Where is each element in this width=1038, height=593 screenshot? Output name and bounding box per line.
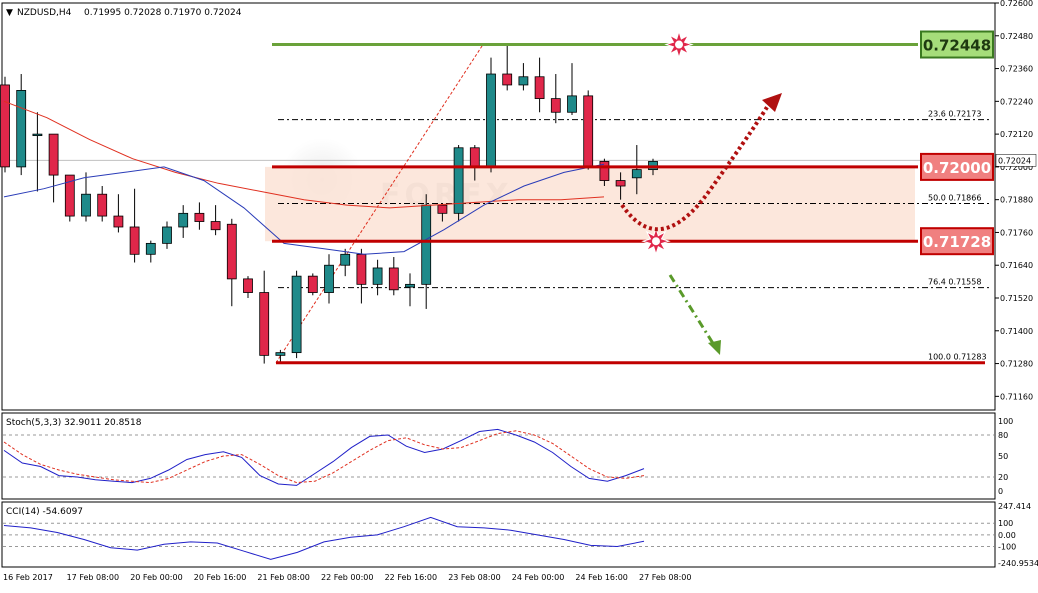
x-tick-label-8: 24 Feb 00:00	[512, 573, 564, 582]
burst-icon-top-center	[675, 40, 683, 49]
x-tick-label-4: 21 Feb 08:00	[257, 573, 309, 582]
candle-body	[405, 283, 415, 288]
candle-body	[113, 215, 124, 228]
y-tick-label-9: 0.71520	[1000, 294, 1033, 303]
burst-icon-bottom-center	[652, 237, 660, 246]
x-tick-label-2: 20 Feb 00:00	[130, 573, 182, 582]
candle-body	[178, 212, 189, 228]
candle-30	[486, 57, 496, 173]
candle-body	[129, 226, 140, 255]
y-tick-label-3: 0.72240	[1000, 97, 1033, 106]
y-tick-label-7: 0.71760	[1000, 228, 1033, 237]
candle-body	[275, 352, 286, 356]
level-label-2: 0.71728	[923, 233, 991, 251]
candle-body	[259, 292, 270, 356]
candle-body	[324, 264, 334, 293]
chart-canvas[interactable]: FOREX23.6 0.7217350.0 0.7186676.4 0.7155…	[0, 0, 1038, 589]
chart-header-triangle: ▼	[6, 8, 13, 18]
current-price-label: 0.72024	[998, 156, 1031, 165]
candle-body	[534, 76, 545, 100]
candle-body	[0, 84, 10, 168]
candle-body	[583, 95, 594, 168]
candle-body	[469, 147, 480, 168]
candle-body	[437, 204, 448, 214]
stoch-tick-0: 100	[998, 417, 1013, 426]
resistance-zone	[265, 166, 915, 242]
cci-label: CCI(14) -54.6097	[6, 507, 83, 517]
candle-body	[502, 73, 513, 86]
y-tick-label-2: 0.72360	[1000, 65, 1033, 74]
y-tick-label-1: 0.72480	[1000, 32, 1033, 41]
candle-body	[243, 278, 253, 293]
stoch-tick-3: 20	[998, 473, 1008, 482]
y-tick-label-0: 0.72600	[1000, 0, 1033, 8]
y-tick-label-11: 0.71280	[1000, 360, 1033, 369]
x-tick-label-3: 20 Feb 16:00	[194, 573, 246, 582]
candle-body	[631, 169, 642, 179]
cci-tick-0: 247.414	[998, 502, 1031, 511]
candle-body	[421, 204, 432, 285]
cci-tick-2: 0.00	[998, 531, 1016, 540]
fib-label-0: 23.6 0.72173	[928, 110, 981, 119]
candle-36	[583, 90, 594, 170]
x-tick-label-7: 23 Feb 08:00	[448, 573, 500, 582]
candle-body	[16, 90, 27, 168]
cci-tick-3: -100	[998, 543, 1016, 552]
stoch-label: Stoch(5,3,3) 32.9011 20.8518	[6, 418, 142, 428]
candle-body	[194, 212, 205, 222]
candle-body	[356, 253, 367, 285]
y-tick-label-6: 0.71880	[1000, 196, 1033, 205]
candle-body	[340, 253, 351, 266]
fib-label-3: 100.0 0.71283	[928, 353, 987, 362]
candle-18	[291, 270, 302, 359]
chart-symbol: NZDUSD,H4	[17, 8, 72, 18]
y-tick-label-8: 0.71640	[1000, 261, 1033, 270]
stoch-panel	[1, 412, 996, 500]
candle-body	[210, 221, 221, 231]
candle-body	[226, 223, 237, 280]
fib-label-1: 50.0 0.71866	[928, 193, 981, 202]
candle-body	[97, 193, 108, 217]
candle-body	[372, 267, 383, 285]
chart-ohlc: 0.71995 0.72028 0.71970 0.72024	[84, 8, 242, 18]
x-tick-label-1: 17 Feb 08:00	[67, 573, 119, 582]
candle-body	[81, 193, 91, 217]
candle-body	[388, 267, 399, 291]
candle-body	[291, 275, 302, 354]
x-tick-label-5: 22 Feb 00:00	[321, 573, 373, 582]
cci-panel	[1, 501, 996, 568]
stoch-tick-1: 80	[998, 431, 1008, 440]
candle-0	[0, 76, 10, 173]
cci-tick-1: 100	[998, 519, 1013, 528]
fib-label-2: 76.4 0.71558	[928, 278, 981, 287]
y-tick-label-10: 0.71400	[1000, 327, 1033, 336]
candle-body	[567, 95, 577, 113]
chart-window: FOREX23.6 0.7217350.0 0.7186676.4 0.7155…	[0, 0, 1038, 589]
stoch-tick-2: 50	[998, 452, 1008, 461]
x-tick-label-9: 24 Feb 16:00	[575, 573, 627, 582]
candle-body	[32, 133, 43, 137]
x-tick-label-6: 22 Feb 16:00	[385, 573, 437, 582]
candle-28	[453, 145, 464, 222]
candle-body	[162, 226, 172, 244]
y-tick-label-12: 0.71160	[1000, 392, 1033, 401]
x-tick-label-10: 27 Feb 08:00	[639, 573, 691, 582]
y-tick-label-4: 0.72120	[1000, 130, 1033, 139]
stoch-tick-4: 0	[998, 487, 1003, 496]
x-tick-label-0: 16 Feb 2017	[3, 573, 53, 582]
candle-body	[550, 98, 561, 113]
candle-body	[486, 73, 496, 168]
level-label-0: 0.72448	[923, 37, 991, 55]
cci-tick-4: -240.9534	[998, 559, 1038, 568]
candle-body	[48, 133, 59, 176]
candle-19	[307, 273, 318, 296]
candle-body	[518, 76, 529, 86]
level-label-1: 0.72000	[923, 159, 991, 177]
candle-body	[145, 242, 156, 255]
candle-body	[615, 180, 626, 187]
candle-body	[307, 275, 318, 293]
